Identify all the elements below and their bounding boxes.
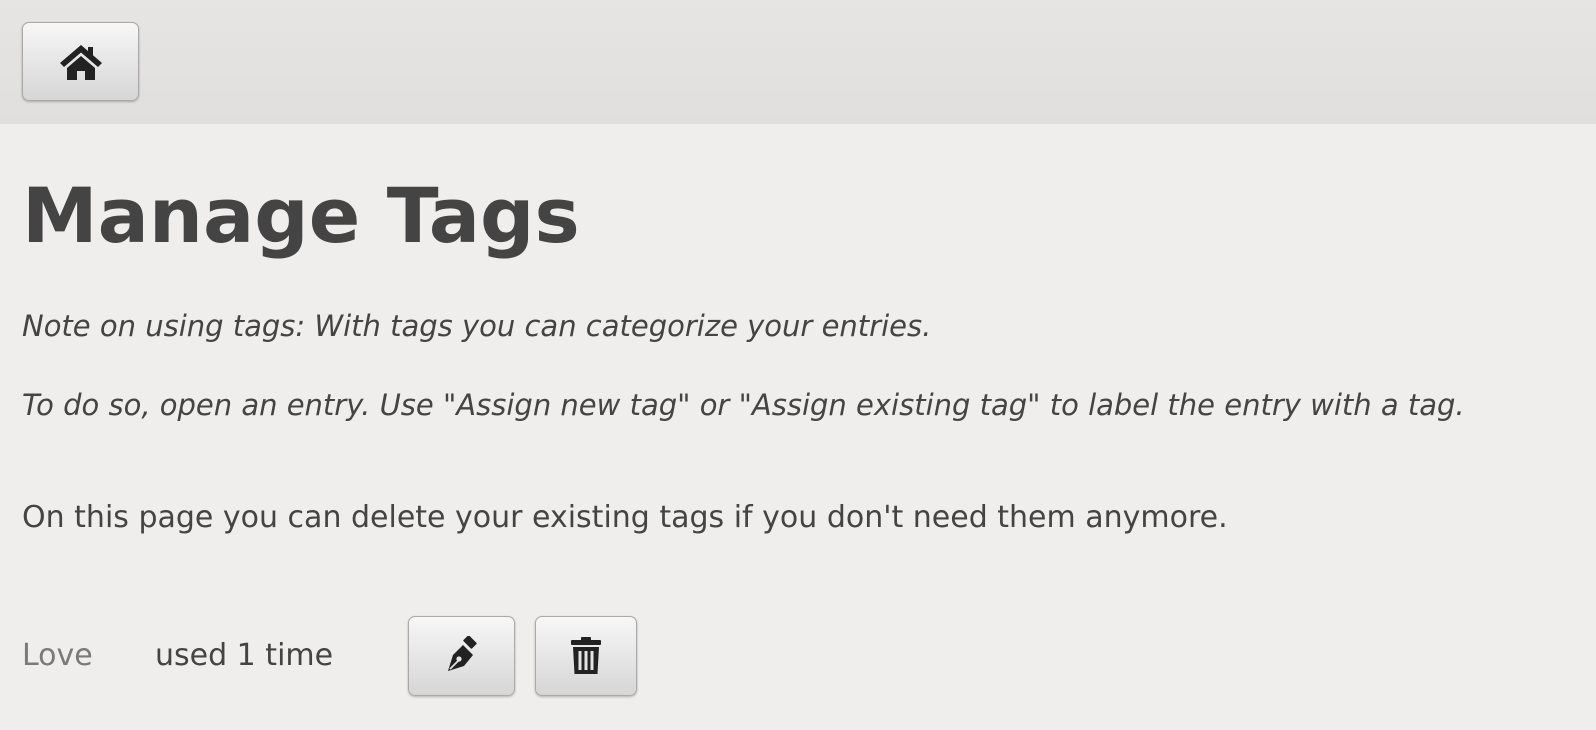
top-bar: [0, 0, 1596, 124]
tags-note-line-2: To do so, open an entry. Use "Assign new…: [22, 388, 1465, 422]
tags-note-line-1: Note on using tags: With tags you can ca…: [22, 309, 932, 343]
home-icon: [59, 44, 102, 80]
home-button[interactable]: [22, 22, 139, 101]
tag-name: Love: [22, 638, 93, 673]
pen-icon: [447, 636, 477, 671]
edit-tag-button[interactable]: [408, 616, 515, 696]
page-title: Manage Tags: [22, 171, 580, 260]
tag-usage-count: used 1 time: [155, 638, 334, 673]
trash-icon: [571, 637, 601, 674]
delete-tag-button[interactable]: [535, 616, 637, 696]
delete-info-text: On this page you can delete your existin…: [22, 500, 1228, 535]
